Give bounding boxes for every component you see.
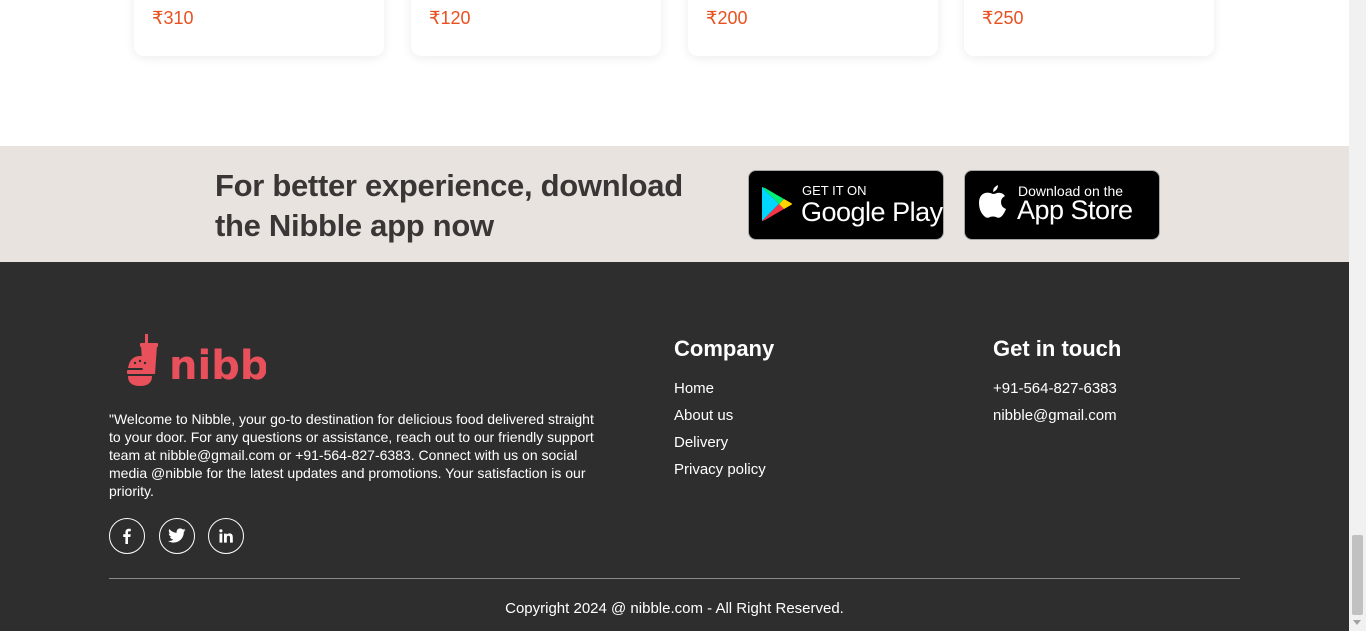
- footer-link-delivery[interactable]: Delivery: [674, 434, 728, 451]
- page: ₹310 ₹120 ₹200 ₹250 For better experienc…: [0, 0, 1349, 631]
- twitter-link[interactable]: [159, 518, 195, 554]
- google-play-small-label: GET IT ON: [802, 183, 867, 198]
- brand-name: nibble: [169, 343, 266, 389]
- banner-headline: For better experience, download the Nibb…: [215, 168, 683, 243]
- linkedin-link[interactable]: [208, 518, 244, 554]
- product-price: ₹120: [429, 8, 471, 28]
- app-store-button[interactable]: Download on the App Store: [964, 170, 1160, 240]
- product-card[interactable]: ₹120: [411, 0, 661, 56]
- twitter-icon: [168, 528, 186, 543]
- facebook-link[interactable]: [109, 518, 145, 554]
- product-card[interactable]: ₹200: [688, 0, 938, 56]
- linkedin-icon: [219, 529, 233, 543]
- footer-link-home[interactable]: Home: [674, 380, 714, 397]
- product-card[interactable]: ₹310: [134, 0, 384, 56]
- contact-heading: Get in touch: [993, 336, 1122, 361]
- footer-divider: [109, 578, 1240, 579]
- footer-link-about[interactable]: About us: [674, 407, 733, 424]
- product-price: ₹200: [706, 8, 748, 28]
- products-section: ₹310 ₹120 ₹200 ₹250: [0, 0, 1349, 146]
- google-play-label: Google Play: [801, 197, 943, 227]
- scroll-down-arrow-icon[interactable]: [1353, 620, 1361, 625]
- footer-link-privacy[interactable]: Privacy policy: [674, 461, 766, 478]
- contact-email: nibble@gmail.com: [993, 407, 1117, 424]
- scrollbar-thumb[interactable]: [1352, 535, 1363, 615]
- product-card[interactable]: ₹250: [964, 0, 1214, 56]
- facebook-icon: [123, 528, 131, 544]
- footer-about-text: "Welcome to Nibble, your go-to destinati…: [109, 411, 594, 499]
- contact-phone: +91-564-827-6383: [993, 380, 1117, 397]
- company-heading: Company: [674, 336, 775, 361]
- google-play-icon: [761, 186, 793, 227]
- burger-drink-icon: [127, 334, 158, 386]
- app-download-banner: For better experience, download the Nibb…: [0, 146, 1349, 262]
- apple-icon: [978, 183, 1008, 224]
- google-play-button[interactable]: GET IT ON Google Play: [748, 170, 944, 240]
- product-price: ₹250: [982, 8, 1024, 28]
- brand-logo[interactable]: nibble: [126, 334, 309, 395]
- app-store-label: App Store: [1017, 195, 1133, 225]
- vertical-scrollbar[interactable]: [1349, 0, 1366, 631]
- copyright-text: Copyright 2024 @ nibble.com - All Right …: [505, 600, 844, 617]
- footer: nibble "Welcome to Nibble, your go-to de…: [0, 262, 1349, 631]
- product-price: ₹310: [152, 8, 194, 28]
